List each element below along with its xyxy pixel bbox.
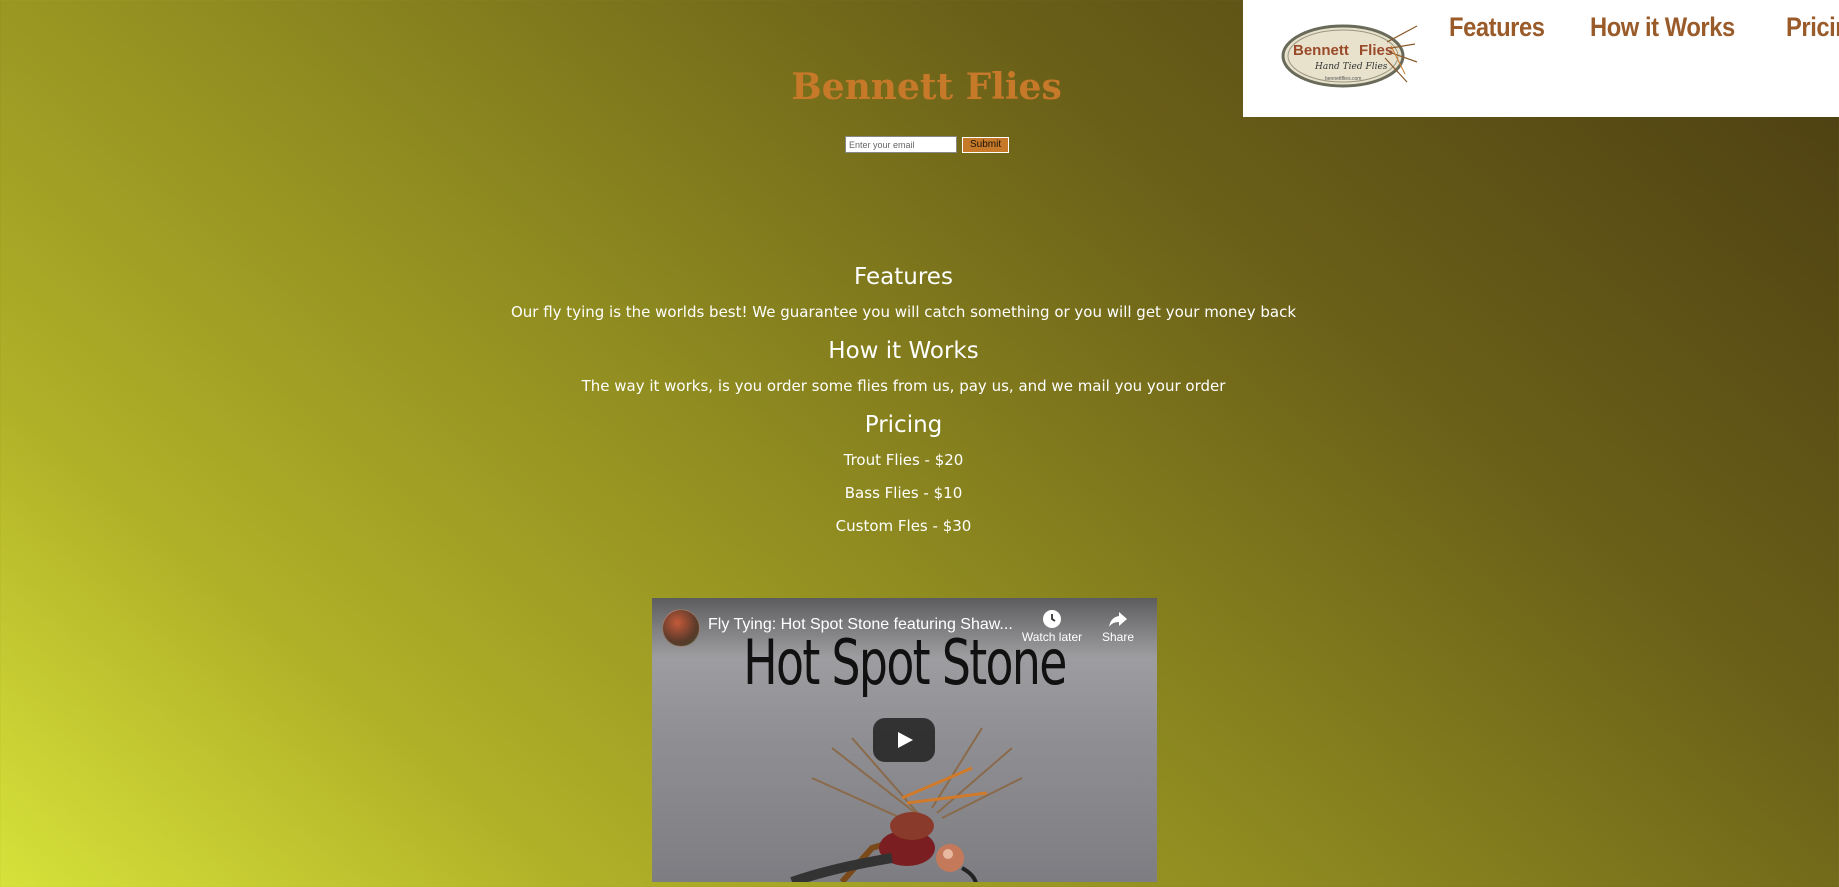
- price-item-custom: Custom Fles - $30: [835, 517, 972, 535]
- nav-link-features[interactable]: Features: [1449, 12, 1545, 43]
- svg-text:Bennett: Bennett: [1293, 42, 1349, 59]
- share-label: Share: [1101, 630, 1135, 644]
- clock-icon: [1020, 608, 1084, 630]
- features-heading: Features: [854, 264, 953, 290]
- play-button[interactable]: [873, 718, 935, 762]
- video-embed[interactable]: Hot Spot Stone Fly Tying: Hot Spot Stone…: [652, 598, 1157, 882]
- nav-link-how-it-works[interactable]: How it Works: [1590, 12, 1735, 43]
- how-it-works-heading: How it Works: [828, 338, 979, 364]
- email-field[interactable]: [845, 136, 957, 153]
- share-icon: [1095, 608, 1141, 630]
- signup-form: Submit: [845, 136, 1010, 153]
- pricing-heading: Pricing: [864, 412, 943, 438]
- main-content: Features Our fly tying is the worlds bes…: [0, 262, 1807, 550]
- video-title[interactable]: Fly Tying: Hot Spot Stone featuring Shaw…: [708, 616, 1018, 634]
- nav-link-pricing[interactable]: Pricing: [1786, 12, 1839, 43]
- watch-later-button[interactable]: Watch later: [1020, 608, 1084, 644]
- watch-later-label: Watch later: [1021, 630, 1083, 644]
- features-text: Our fly tying is the worlds best! We gua…: [510, 303, 1297, 321]
- svg-text:Flies: Flies: [1359, 42, 1393, 59]
- submit-button[interactable]: Submit: [962, 136, 1010, 153]
- channel-avatar[interactable]: [662, 609, 700, 647]
- how-it-works-text: The way it works, is you order some flie…: [581, 377, 1226, 395]
- share-button[interactable]: Share: [1095, 608, 1141, 644]
- page-title: Bennett Flies: [791, 66, 1062, 108]
- nav-links: Features How it Works Pricing: [1449, 12, 1839, 43]
- price-item-trout: Trout Flies - $20: [843, 451, 964, 469]
- price-item-bass: Bass Flies - $10: [844, 484, 963, 502]
